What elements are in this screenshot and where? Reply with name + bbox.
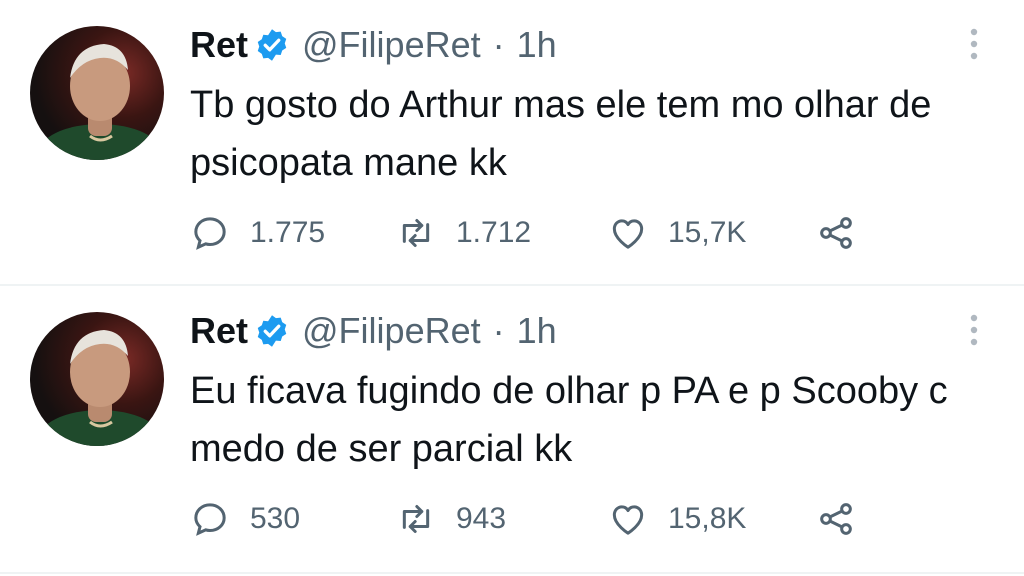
like-button[interactable]: 15,7K	[608, 210, 746, 256]
more-vertical-icon[interactable]	[964, 312, 984, 348]
like-count: 15,8K	[668, 502, 747, 535]
share-nodes-icon	[820, 217, 852, 249]
more-vertical-icon[interactable]	[964, 26, 984, 62]
user-handle[interactable]: @FilipeRet	[302, 310, 481, 352]
retweet-count: 943	[456, 502, 507, 535]
reply-button[interactable]: 530	[190, 496, 300, 542]
retweet-count: 1.712	[456, 216, 532, 249]
like-count: 15,7K	[668, 216, 747, 249]
user-handle[interactable]: @FilipeRet	[302, 24, 481, 66]
verified-badge-icon	[254, 27, 290, 63]
tweet-actions: 1.775 1.712 15,7K	[190, 210, 910, 256]
share-nodes-icon	[820, 503, 852, 535]
reply-bubble-icon	[194, 503, 226, 536]
avatar[interactable]	[30, 312, 164, 446]
heart-icon	[612, 505, 644, 535]
avatar[interactable]	[30, 26, 164, 160]
tweet-divider	[0, 572, 1024, 574]
verified-badge-icon	[254, 313, 290, 349]
retweet-button[interactable]: 943	[396, 496, 506, 542]
tweet-text: Eu ficava fugindo de olhar p PA e p Scoo…	[190, 370, 948, 470]
tweet-header: Ret @FilipeRet · 1h	[190, 20, 557, 70]
tweet-feed: Ret @FilipeRet · 1h Tb gosto do Arthur m…	[0, 0, 1024, 576]
tweet-header: Ret @FilipeRet · 1h	[190, 306, 557, 356]
tweet[interactable]: Ret @FilipeRet · 1h Tb gosto do Arthur m…	[0, 0, 1024, 284]
reply-count: 530	[250, 502, 301, 535]
tweet-text: Tb gosto do Arthur mas ele tem mo olhar …	[190, 84, 932, 184]
reply-button[interactable]: 1.775	[190, 210, 325, 256]
timestamp[interactable]: 1h	[517, 24, 557, 66]
heart-icon	[612, 219, 644, 249]
reply-count: 1.775	[250, 216, 326, 249]
display-name[interactable]: Ret	[190, 24, 248, 66]
retweet-button[interactable]: 1.712	[396, 210, 531, 256]
retweet-arrows-icon	[402, 219, 430, 247]
share-button[interactable]	[816, 210, 856, 256]
tweet[interactable]: Ret @FilipeRet · 1h Eu ficava fugindo de…	[0, 286, 1024, 570]
tweet-actions: 530 943 15,8K	[190, 496, 910, 542]
display-name[interactable]: Ret	[190, 310, 248, 352]
like-button[interactable]: 15,8K	[608, 496, 746, 542]
timestamp[interactable]: 1h	[517, 310, 557, 352]
retweet-arrows-icon	[402, 505, 430, 533]
separator-dot: ·	[492, 24, 505, 65]
share-button[interactable]	[816, 496, 856, 542]
separator-dot: ·	[492, 310, 505, 351]
reply-bubble-icon	[194, 217, 226, 250]
